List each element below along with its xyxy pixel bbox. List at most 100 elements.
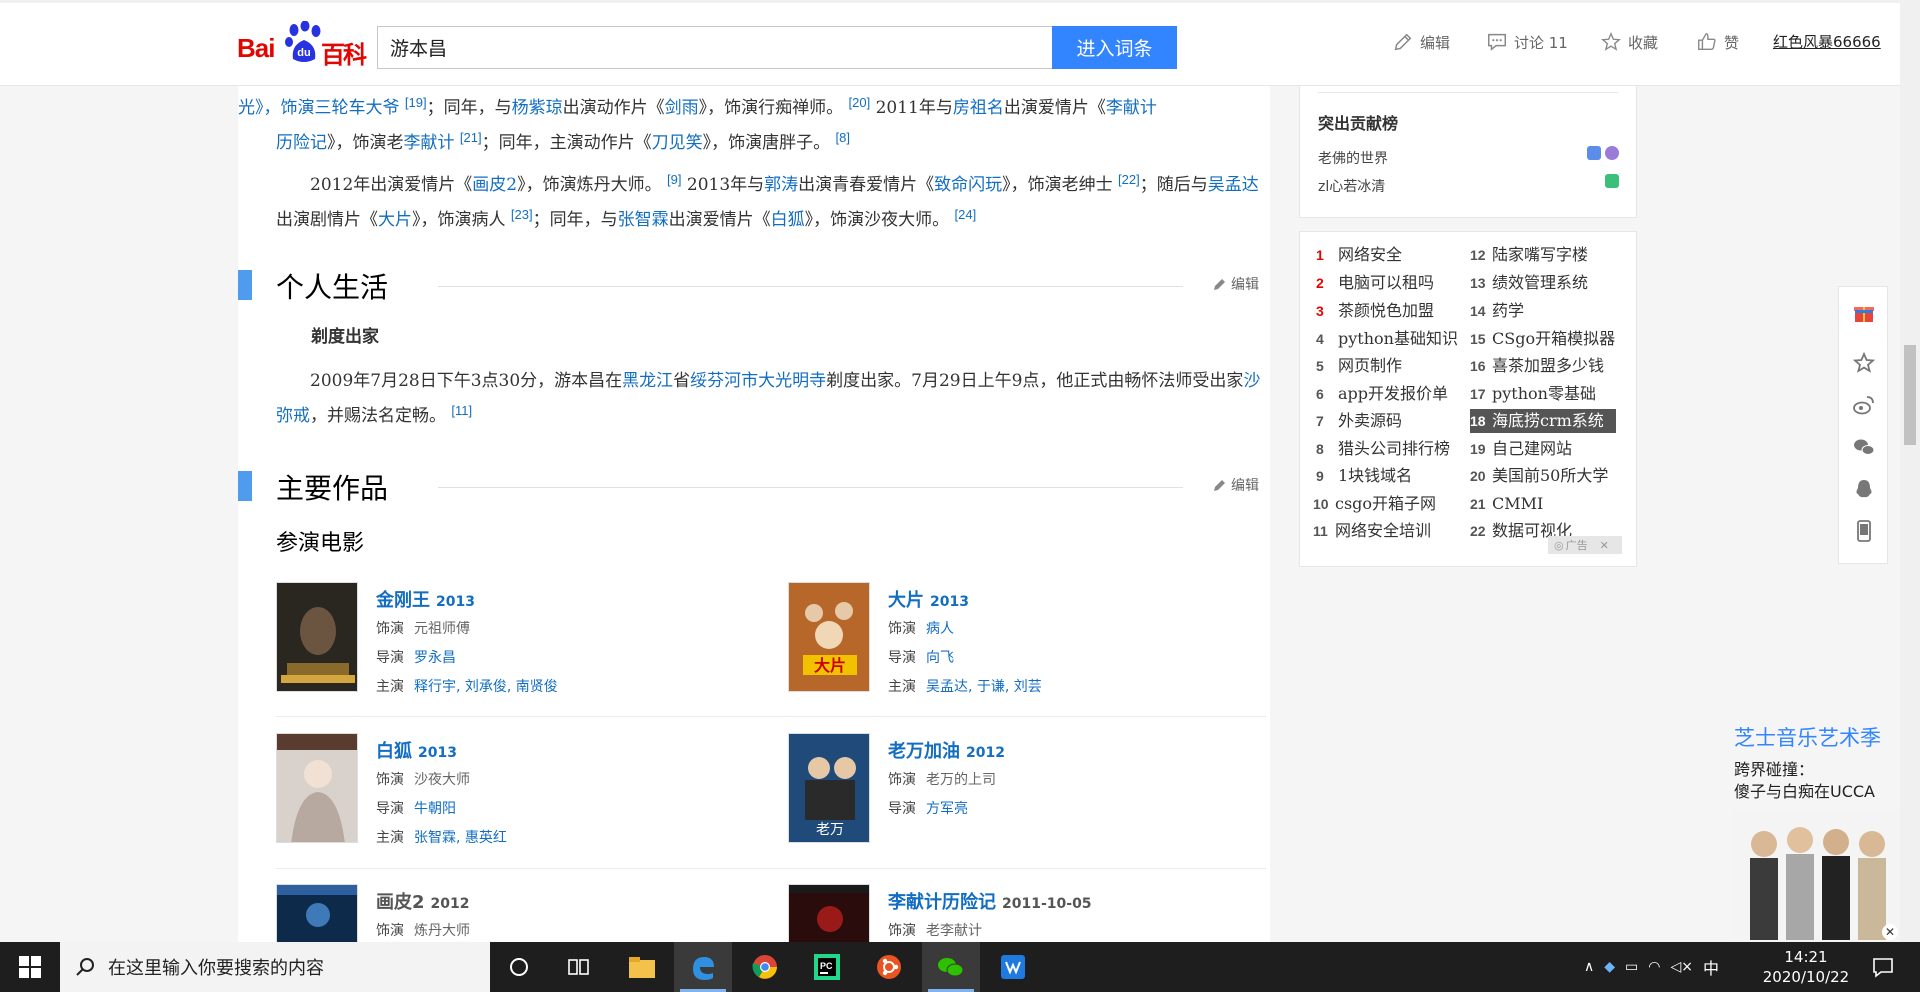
ad-keyword[interactable]: 9 1块钱域名 xyxy=(1316,464,1412,488)
link-daojianxiao[interactable]: 刀见笑 xyxy=(652,133,703,153)
link-adventure[interactable]: 历险记 xyxy=(276,133,327,153)
ad-keyword[interactable]: 11 网络安全培训 xyxy=(1313,519,1431,543)
star-icon[interactable] xyxy=(1852,351,1876,375)
film-poster[interactable] xyxy=(276,884,358,942)
link-heilongjiang[interactable]: 黑龙江 xyxy=(622,371,673,391)
like-button[interactable]: 赞 xyxy=(1696,30,1739,54)
wifi-icon[interactable]: ◠ xyxy=(1648,959,1660,975)
link-zhang-zhilin[interactable]: 张智霖 xyxy=(618,210,669,230)
cortana-button[interactable] xyxy=(490,942,548,992)
link-dapian[interactable]: 大片 xyxy=(378,210,412,230)
section-edit-button[interactable]: 编辑 xyxy=(1213,475,1259,495)
film-title[interactable]: 画皮2 2012 xyxy=(376,888,470,914)
security-icon[interactable]: ◆ xyxy=(1604,959,1615,975)
link-zhiming-shanwan[interactable]: 致命闪玩 xyxy=(934,175,1002,195)
ad-keyword[interactable]: 5 网页制作 xyxy=(1316,354,1402,378)
film-poster[interactable] xyxy=(276,733,358,843)
film-poster[interactable]: 老万 xyxy=(788,733,870,843)
baidu-baike-logo[interactable]: Bai du 百科 xyxy=(237,19,367,69)
system-clock[interactable]: 14:21 2020/10/22 xyxy=(1762,947,1850,987)
citation[interactable]: [23] xyxy=(511,207,533,222)
edit-button[interactable]: 编辑 xyxy=(1392,30,1450,54)
discuss-button[interactable]: 讨论 11 xyxy=(1486,30,1568,54)
wechat-icon[interactable] xyxy=(1852,435,1876,459)
taskbar-chrome[interactable] xyxy=(736,942,794,992)
film-director[interactable]: 罗永昌 xyxy=(414,650,456,666)
film-card[interactable]: 李献计历险记 2011-10-05 饰演 老李献计 xyxy=(788,884,1270,942)
favorite-button[interactable]: 收藏 xyxy=(1600,30,1658,54)
film-title[interactable]: 白狐 2013 xyxy=(376,737,457,763)
search-input[interactable] xyxy=(377,26,1053,69)
film-card[interactable]: 老万 老万加油 2012 饰演 老万的上司 导演 方军亮 xyxy=(788,733,1270,863)
chevron-up-icon[interactable]: ∧ xyxy=(1584,959,1594,975)
citation[interactable]: [11] xyxy=(451,403,472,418)
ad-keyword[interactable]: 1 网络安全 xyxy=(1316,243,1402,267)
citation[interactable]: [19] xyxy=(405,95,427,110)
scrollbar-thumb[interactable] xyxy=(1904,345,1916,445)
task-view-button[interactable] xyxy=(550,942,608,992)
ad-keyword[interactable]: 4 python基础知识 xyxy=(1316,327,1458,351)
link-guo-tao[interactable]: 郭涛 xyxy=(764,175,798,195)
link-wu-mengda[interactable]: 吴孟达 xyxy=(1208,175,1259,195)
link-temple[interactable]: 绥芬河市大光明寺 xyxy=(690,371,826,391)
ad-keyword[interactable]: 3 茶颜悦色加盟 xyxy=(1316,299,1434,323)
ad-keyword[interactable]: 21 CMMI xyxy=(1470,492,1543,516)
qq-icon[interactable] xyxy=(1852,477,1876,501)
ad-keyword[interactable]: 7 外卖源码 xyxy=(1316,409,1402,433)
film-role[interactable]: 病人 xyxy=(926,621,954,637)
ad-keyword[interactable]: 10 csgo开箱子网 xyxy=(1313,492,1436,516)
ad-keyword[interactable]: 19 自己建网站 xyxy=(1470,437,1572,461)
film-card[interactable]: 画皮2 2012 饰演 炼丹大师 xyxy=(276,884,766,942)
link-jianyu[interactable]: 剑雨 xyxy=(665,98,699,118)
film-card[interactable]: 金刚王 2013 饰演 元祖师傅 导演 罗永昌 主演 释行宇, 刘承俊, 南贤俊 xyxy=(276,582,766,712)
ad-keyword[interactable]: 20 美国前50所大学 xyxy=(1470,464,1608,488)
ime-indicator[interactable]: 中 xyxy=(1703,955,1719,979)
mobile-icon[interactable] xyxy=(1852,519,1876,543)
notification-button[interactable] xyxy=(1858,942,1908,992)
film-card[interactable]: 大片 大片 2013 饰演 病人 导演 向飞 主演 吴孟达, 于谦, 刘芸 xyxy=(788,582,1270,712)
taskbar-ubuntu[interactable] xyxy=(860,942,918,992)
link-fang-zuming[interactable]: 房祖名 xyxy=(953,98,1004,118)
citation[interactable]: [20] xyxy=(849,95,871,110)
link-huapi2[interactable]: 画皮2 xyxy=(472,175,517,195)
volume-icon[interactable]: ◁× xyxy=(1670,959,1693,975)
citation[interactable]: [8] xyxy=(836,130,850,145)
citation[interactable]: [22] xyxy=(1118,172,1140,187)
section-edit-button[interactable]: 编辑 xyxy=(1213,274,1259,294)
ad-keyword[interactable]: 12 陆家嘴写字楼 xyxy=(1470,243,1588,267)
taskbar-edge[interactable] xyxy=(674,942,732,992)
ad-keyword[interactable]: 8 猎头公司排行榜 xyxy=(1316,437,1450,461)
film-stars[interactable]: 吴孟达, 于谦, 刘芸 xyxy=(926,679,1042,695)
ad-keyword[interactable]: 14 药学 xyxy=(1470,299,1524,323)
start-button[interactable] xyxy=(0,942,60,992)
film-poster[interactable] xyxy=(788,884,870,942)
taskbar-app[interactable] xyxy=(984,942,1042,992)
link-yang-ziqiong[interactable]: 杨紫琼 xyxy=(512,98,563,118)
enter-entry-button[interactable]: 进入词条 xyxy=(1052,26,1177,69)
floating-ad[interactable]: 芝士音乐艺术季 跨界碰撞： 傻子与白痴在UCCA ✕ xyxy=(1730,718,1900,942)
film-poster[interactable]: 大片 xyxy=(788,582,870,692)
contributor-link[interactable]: zl心若冰清 xyxy=(1318,176,1385,196)
link-li-xianji-role[interactable]: 李献计 xyxy=(404,133,455,153)
film-stars[interactable]: 释行宇, 刘承俊, 南贤俊 xyxy=(414,679,558,695)
citation[interactable]: [9] xyxy=(667,172,681,187)
film-title[interactable]: 李献计历险记 2011-10-05 xyxy=(888,888,1092,914)
contributor-link[interactable]: 老佛的世界 xyxy=(1318,148,1388,168)
username-link[interactable]: 红色风暴66666 xyxy=(1773,31,1881,52)
film-director[interactable]: 方军亮 xyxy=(926,801,968,817)
taskbar-file-explorer[interactable] xyxy=(613,942,671,992)
ad-keyword-highlighted[interactable]: 18 海底捞crm系统 xyxy=(1470,409,1616,433)
film-director[interactable]: 牛朝阳 xyxy=(414,801,456,817)
taskbar-search[interactable]: 在这里输入你要搜索的内容 xyxy=(60,942,490,992)
film-title[interactable]: 老万加油 2012 xyxy=(888,737,1005,763)
ad-label[interactable]: ◎ 广告 ✕ xyxy=(1548,536,1622,554)
citation[interactable]: [24] xyxy=(955,207,977,222)
ad-keyword[interactable]: 6 app开发报价单 xyxy=(1316,382,1448,406)
ad-keyword[interactable]: 13 绩效管理系统 xyxy=(1470,271,1588,295)
ad-keyword[interactable]: 16 喜茶加盟多少钱 xyxy=(1470,354,1604,378)
close-icon[interactable]: ✕ xyxy=(1600,539,1609,552)
page-scrollbar[interactable] xyxy=(1900,0,1920,942)
taskbar-wechat[interactable] xyxy=(922,942,980,992)
citation[interactable]: [21] xyxy=(460,130,482,145)
link-li-xianji[interactable]: 李献计 xyxy=(1106,98,1157,118)
